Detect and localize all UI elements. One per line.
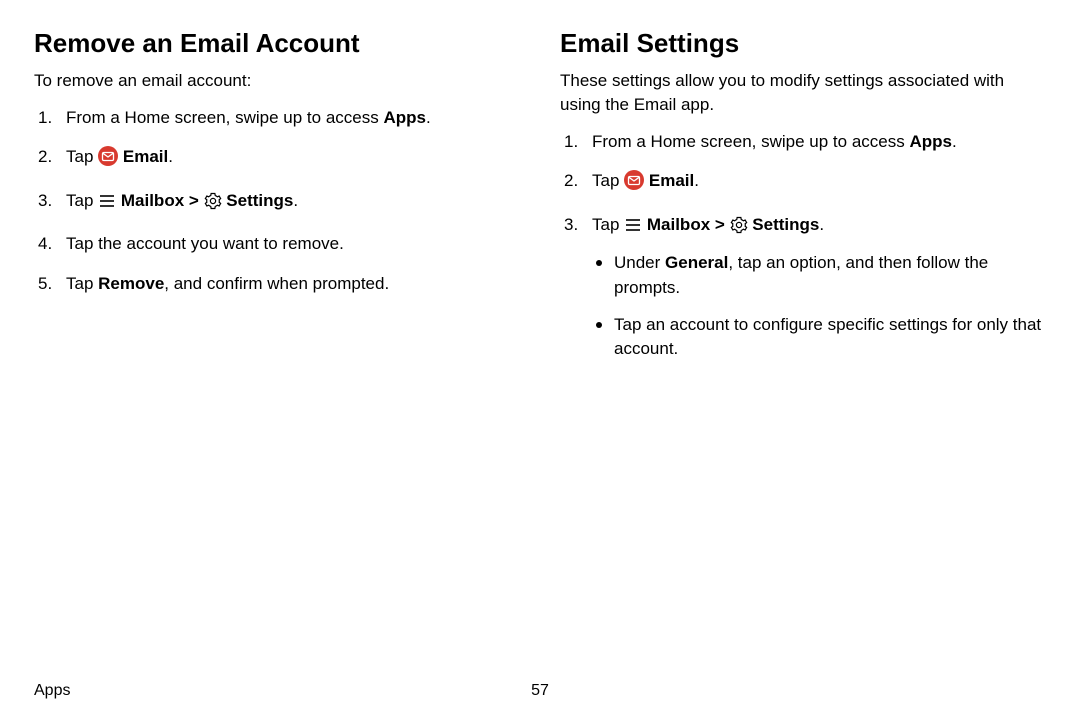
gear-icon [730, 216, 748, 242]
step: From a Home screen, swipe up to access A… [560, 129, 1046, 155]
text: . [694, 171, 699, 190]
bold-email: Email [649, 171, 694, 190]
bold-settings: Settings [226, 191, 293, 210]
text: Tap [66, 274, 98, 293]
heading-email-settings: Email Settings [560, 28, 1046, 59]
footer-section: Apps [34, 682, 70, 700]
step: From a Home screen, swipe up to access A… [34, 105, 520, 131]
text: Tap [66, 191, 98, 210]
text: > [710, 215, 729, 234]
sub-item: Under General, tap an option, and then f… [592, 251, 1046, 300]
text: > [184, 191, 203, 210]
bold-remove: Remove [98, 274, 164, 293]
text: . [952, 132, 957, 151]
bold-settings: Settings [752, 215, 819, 234]
text: . [819, 215, 824, 234]
gear-icon [204, 192, 222, 218]
heading-remove-account: Remove an Email Account [34, 28, 520, 59]
footer-page-number: 57 [531, 682, 549, 700]
steps-remove: From a Home screen, swipe up to access A… [34, 105, 520, 297]
text: . [426, 108, 431, 127]
left-column: Remove an Email Account To remove an ema… [34, 28, 520, 376]
text: . [168, 147, 173, 166]
step: Tap Remove, and confirm when prompted. [34, 271, 520, 297]
bold-mailbox: Mailbox [647, 215, 710, 234]
text: . [293, 191, 298, 210]
text: Tap [592, 215, 624, 234]
email-icon [98, 146, 118, 174]
bold-general: General [665, 253, 728, 272]
text: Under [614, 253, 665, 272]
steps-settings: From a Home screen, swipe up to access A… [560, 129, 1046, 362]
text: Tap [66, 147, 98, 166]
step: Tap Email. [560, 168, 1046, 198]
right-column: Email Settings These settings allow you … [560, 28, 1046, 376]
sub-bullets: Under General, tap an option, and then f… [592, 251, 1046, 362]
page-footer: Apps 57 [34, 682, 1046, 700]
columns: Remove an Email Account To remove an ema… [34, 28, 1046, 376]
bold-email: Email [123, 147, 168, 166]
intro-settings: These settings allow you to modify setti… [560, 69, 1046, 117]
step: Tap Mailbox > Settings. [34, 188, 520, 218]
text: , and confirm when prompted. [164, 274, 389, 293]
bold-apps: Apps [909, 132, 952, 151]
hamburger-icon [98, 192, 116, 218]
text: From a Home screen, swipe up to access [592, 132, 909, 151]
step: Tap the account you want to remove. [34, 231, 520, 257]
sub-item: Tap an account to configure specific set… [592, 313, 1046, 362]
intro-remove: To remove an email account: [34, 69, 520, 93]
text: From a Home screen, swipe up to access [66, 108, 383, 127]
email-icon [624, 170, 644, 198]
hamburger-icon [624, 216, 642, 242]
bold-apps: Apps [383, 108, 426, 127]
step: Tap Mailbox > Settings. Under General, t… [560, 212, 1046, 362]
step: Tap Email. [34, 144, 520, 174]
manual-page: Remove an Email Account To remove an ema… [0, 0, 1080, 720]
text: Tap [592, 171, 624, 190]
bold-mailbox: Mailbox [121, 191, 184, 210]
